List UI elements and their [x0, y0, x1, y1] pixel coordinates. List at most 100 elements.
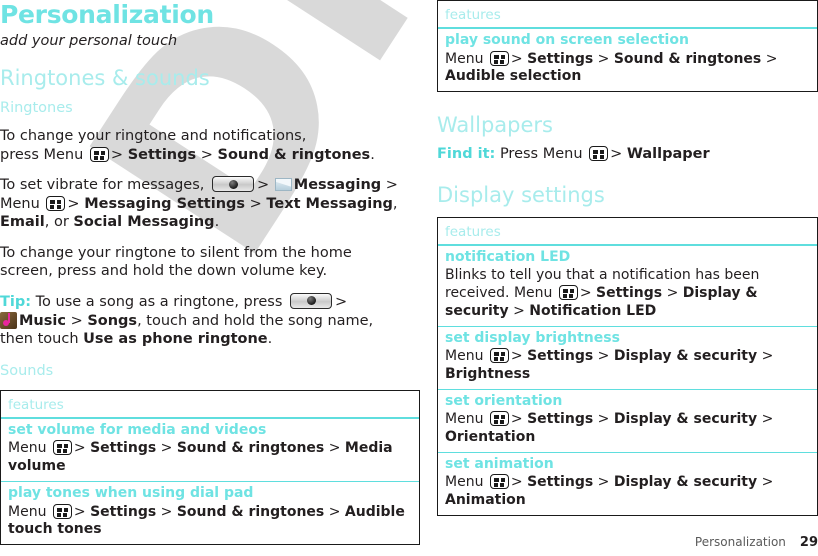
bold-use-as-phone-ringtone: Use as phone ringtone: [83, 331, 268, 348]
paragraph-silent-ringtone: To change your ringtone to silent from t…: [0, 244, 420, 281]
bold-display-security: Display & security: [613, 474, 758, 491]
bold-messaging-settings: Messaging Settings: [84, 195, 246, 212]
bold-sound-ringtones: Sound & ringtones: [217, 146, 371, 163]
bold-notification-led: Notification LED: [529, 302, 657, 319]
feature-description: Menu > Settings > Sound & ringtones > Au…: [445, 50, 810, 87]
feature-name: notification LED: [445, 248, 571, 265]
feature-description: Menu > Settings > Sound & ringtones > Au…: [8, 503, 412, 540]
feature-description: Menu > Settings > Display & security > A…: [445, 474, 810, 510]
bold-wallpaper: Wallpaper: [626, 146, 710, 163]
section-heading-display-settings: Display settings: [437, 182, 605, 207]
features-table-sounds: features set volume for media and videos…: [0, 389, 420, 546]
feature-name: play tones when using dial pad: [8, 485, 254, 502]
launcher-key-icon: [290, 292, 333, 309]
separator-gt: >: [513, 302, 525, 319]
separator-gt: >: [610, 146, 623, 163]
separator-gt: >: [510, 474, 523, 491]
separator-gt: >: [70, 312, 83, 329]
menu-key-icon: [589, 146, 609, 162]
feature-description: Menu > Settings > Display & security > O…: [445, 411, 810, 447]
bold-sound-ringtones: Sound & ringtones: [613, 50, 762, 67]
left-column: Personalization add your personal touch …: [0, 0, 420, 546]
section-heading-wallpapers: Wallpapers: [437, 113, 553, 138]
table-row: set display brightness Menu > Settings >…: [438, 327, 817, 390]
separator-gt: >: [67, 195, 80, 212]
footer-chapter-name: Personalization: [694, 535, 786, 549]
bold-audible-selection: Audible selection: [445, 68, 582, 85]
menu-key-icon: [489, 348, 509, 364]
subsection-heading-ringtones: Ringtones: [0, 99, 73, 116]
bold-settings: Settings: [90, 503, 157, 520]
tip-label: Tip:: [0, 293, 32, 310]
right-column: features play sound on screen selection …: [437, 0, 818, 516]
menu-key-icon: [52, 503, 72, 519]
separator-gt: >: [73, 503, 86, 520]
footer-page-number: 29: [799, 535, 818, 550]
desc-menu-word: Menu: [445, 411, 484, 428]
subsection-heading-sounds: Sounds: [0, 362, 54, 379]
separator-gt: >: [510, 50, 523, 67]
tip-mid: , touch and hold the song name,: [137, 312, 374, 329]
feature-description: Blinks to tell you that a notification h…: [445, 267, 810, 320]
separator-gt: >: [761, 411, 774, 428]
separator-gt: >: [73, 440, 86, 457]
table-row: set volume for media and videos Menu > S…: [1, 419, 419, 483]
music-app-icon: [0, 311, 17, 329]
separator-gt: >: [597, 474, 610, 491]
table-header-row: features: [1, 391, 419, 419]
table-header-features: features: [8, 396, 64, 413]
separator-gt: >: [335, 293, 348, 310]
bold-brightness: Brightness: [445, 365, 531, 382]
separator-gt: >: [597, 411, 610, 428]
bold-songs: Songs: [87, 312, 138, 329]
separator-gt: >: [597, 348, 610, 365]
separator-gt: >: [510, 348, 523, 365]
separator-gt: >: [385, 177, 398, 194]
menu-key-icon: [489, 50, 509, 66]
bold-animation: Animation: [445, 491, 526, 508]
tip-then: then touch: [0, 331, 79, 348]
menu-key-icon: [52, 440, 72, 456]
paragraph-find-it-wallpaper: Find it: Press Menu > Wallpaper: [437, 145, 818, 164]
bold-settings: Settings: [527, 348, 594, 365]
separator-gt: >: [257, 177, 270, 194]
menu-key-icon: [489, 411, 509, 427]
table-row: set animation Menu > Settings > Display …: [438, 453, 817, 515]
table-header-row: features: [438, 218, 817, 246]
bold-settings: Settings: [127, 146, 197, 163]
findit-pre: Press Menu: [499, 146, 583, 163]
menu-key-icon: [89, 146, 109, 162]
launcher-key-icon: [212, 176, 255, 193]
page-footer: Personalization 29: [695, 535, 818, 550]
section-heading-ringtones-sounds: Ringtones & sounds: [0, 65, 210, 90]
bold-messaging: Messaging: [293, 177, 382, 194]
separator-gt: >: [597, 50, 610, 67]
tip-period: .: [267, 331, 273, 348]
bold-settings: Settings: [527, 50, 594, 67]
menu-key-icon: [489, 474, 509, 490]
bold-settings: Settings: [90, 440, 157, 457]
manual-page: Personalization add your personal touch …: [0, 0, 818, 556]
separator-gt: >: [160, 440, 173, 457]
bold-music: Music: [19, 312, 66, 329]
table-row: notification LED Blinks to tell you that…: [438, 246, 817, 327]
desc-menu-word: Menu: [445, 474, 484, 491]
chapter-subtitle: add your personal touch: [0, 33, 178, 50]
menu-key-icon: [558, 285, 578, 301]
para2-menu-word: Menu: [0, 195, 40, 212]
tip-pre: To use a song as a ringtone, press: [35, 293, 283, 310]
bold-social-messaging: Social Messaging: [73, 214, 215, 231]
features-table-display-settings: features notification LED Blinks to tell…: [437, 216, 818, 516]
paragraph-change-ringtone: To change your ringtone and notification…: [0, 127, 420, 164]
bold-sound-ringtones: Sound & ringtones: [176, 440, 325, 457]
separator-gt: >: [200, 146, 213, 163]
feature-description: Menu > Settings > Sound & ringtones > Me…: [8, 440, 412, 476]
messaging-app-icon: [274, 178, 292, 192]
desc-menu-word: Menu: [8, 440, 47, 457]
bold-email: Email: [0, 214, 45, 231]
para3-line1: To change your ringtone to silent from t…: [0, 244, 352, 261]
para3-line2: screen, press and hold the down volume k…: [0, 263, 328, 280]
desc-menu-word: Menu: [8, 503, 47, 520]
table-row: play tones when using dial pad Menu > Se…: [1, 482, 419, 544]
separator-gt: >: [328, 440, 341, 457]
